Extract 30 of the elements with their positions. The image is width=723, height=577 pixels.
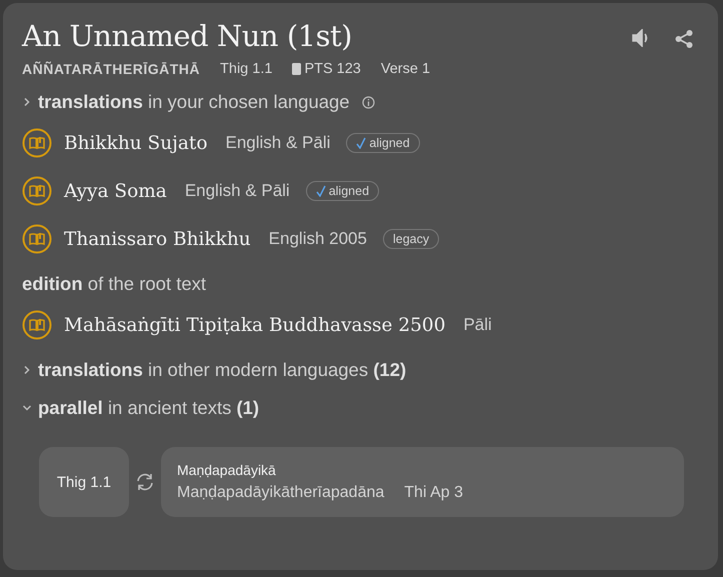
text-title[interactable]: Mahāsaṅgīti Tipiṭaka Buddhavasse 2500 <box>64 314 446 336</box>
verse-reference: Verse 1 <box>380 61 430 77</box>
language-label: English 2005 <box>268 229 367 249</box>
text-title[interactable]: Bhikkhu Sujato <box>64 132 208 154</box>
root-title: AÑÑATARĀTHERĪGĀTHĀ <box>22 61 200 77</box>
status-tag: aligned <box>306 181 380 201</box>
section-toggle[interactable]: translations in your chosen language <box>38 91 350 113</box>
language-label: English & Pāli <box>225 133 330 153</box>
parallel-card[interactable]: Maṇḍapadāyikā Maṇḍapadāyikātherīapadāna Thi Ap 3 <box>161 447 684 517</box>
pts-reference: PTS 123 <box>304 61 361 77</box>
text-title[interactable]: Ayya Soma <box>64 180 167 202</box>
sutta-id: Thig 1.1 <box>220 61 272 77</box>
parallel-reference: Thi Ap 3 <box>404 484 463 502</box>
check-icon <box>316 185 326 197</box>
parallel-title: Maṇḍapadāyikā <box>177 462 277 478</box>
share-icon[interactable] <box>674 29 694 49</box>
page-title: An Unnamed Nun (1st) <box>22 19 352 53</box>
section-heading: edition of the root text <box>22 273 206 295</box>
text-title[interactable]: Thanissaro Bhikkhu <box>64 228 251 250</box>
language-label: English & Pāli <box>184 181 290 201</box>
language-label: Pāli <box>463 315 492 335</box>
refresh-icon <box>135 472 155 492</box>
status-tag: aligned <box>346 133 420 153</box>
source-reference[interactable]: Thig 1.1 <box>39 447 129 517</box>
check-icon <box>356 137 366 149</box>
parallel-subtitle: Maṇḍapadāyikātherīapadāna <box>177 484 384 502</box>
section-toggle[interactable]: parallel in ancient texts (1) <box>38 397 260 419</box>
info-icon[interactable] <box>362 96 375 108</box>
status-tag: legacy <box>382 229 440 249</box>
section-toggle[interactable]: translations in other modern languages (12) <box>38 359 406 381</box>
